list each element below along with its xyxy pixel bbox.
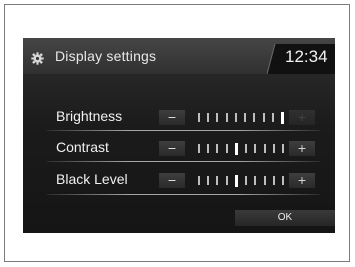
level-tick [207, 144, 210, 153]
level-tick [271, 113, 274, 122]
black-level-minus-button[interactable]: − [159, 173, 185, 188]
black-level-plus-button[interactable]: + [289, 173, 315, 188]
level-tick [244, 113, 247, 122]
level-tick [225, 176, 228, 185]
level-tick [216, 144, 219, 153]
black-level-level-bar [198, 173, 284, 188]
level-tick [225, 144, 228, 153]
contrast-label: Contrast [56, 139, 109, 155]
level-tick [245, 144, 248, 153]
row-divider [47, 130, 320, 131]
contrast-plus-button[interactable]: + [289, 141, 315, 156]
black-level-label: Black Level [56, 171, 128, 187]
level-indicator [234, 142, 238, 155]
level-tick [272, 176, 275, 185]
level-tick [263, 144, 266, 153]
contrast-level-bar [198, 141, 284, 156]
level-tick [272, 144, 275, 153]
level-tick [281, 176, 284, 185]
level-indicator [234, 174, 238, 187]
level-tick [225, 113, 228, 122]
level-tick [198, 113, 200, 122]
gear-icon [31, 52, 44, 65]
level-tick [263, 176, 266, 185]
brightness-plus-button[interactable]: + [289, 110, 315, 125]
row-divider [47, 194, 320, 195]
level-tick [198, 144, 200, 153]
level-tick [207, 176, 210, 185]
contrast-minus-button[interactable]: − [159, 141, 185, 156]
level-tick [253, 113, 256, 122]
brightness-label: Brightness [56, 108, 123, 124]
level-tick [262, 113, 265, 122]
level-tick [281, 144, 284, 153]
level-tick [198, 176, 200, 185]
level-tick [234, 113, 237, 122]
level-tick [216, 113, 219, 122]
level-tick [254, 144, 257, 153]
level-tick [216, 176, 219, 185]
display-settings-screen: Display settings 12:34 Brightness − + Co… [23, 38, 335, 233]
level-tick [207, 113, 210, 122]
brightness-minus-button[interactable]: − [159, 110, 185, 125]
header-bar: Display settings 12:34 [23, 38, 335, 74]
level-tick [254, 176, 257, 185]
ok-button[interactable]: OK [235, 210, 335, 226]
clock: 12:34 [285, 47, 328, 66]
page-title: Display settings [55, 48, 157, 64]
level-tick [245, 176, 248, 185]
row-divider [47, 161, 320, 162]
level-indicator [280, 111, 284, 124]
brightness-level-bar [198, 110, 284, 125]
